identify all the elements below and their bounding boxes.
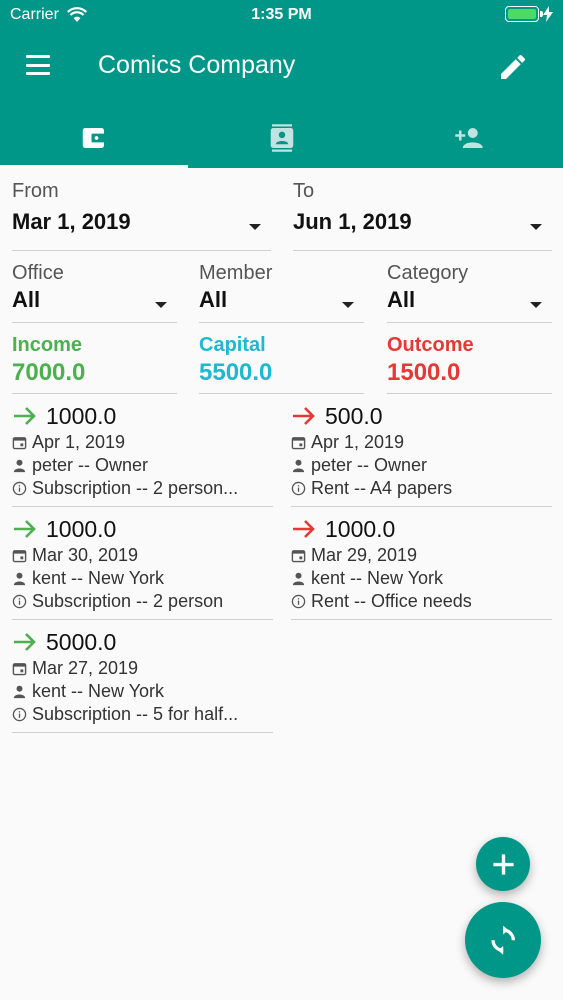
info-icon (12, 481, 27, 496)
transaction-member: kent -- New York (32, 681, 165, 701)
office-label: Office (12, 262, 64, 284)
to-label: To (293, 180, 315, 202)
tab-wallet[interactable] (0, 108, 188, 168)
person-icon (13, 572, 26, 586)
income-total: 7000.0 (12, 359, 86, 386)
calendar-icon (291, 437, 306, 450)
to-value: Jun 1, 2019 (293, 209, 412, 234)
edit-pencil-icon[interactable] (497, 51, 529, 83)
income-transaction-item[interactable]: 1000.0 Apr 1, 2019 peter -- Owner Subscr… (12, 401, 273, 507)
sync-button[interactable] (465, 902, 541, 978)
office-dropdown-caret-icon (155, 302, 167, 308)
person-icon (13, 685, 26, 699)
from-label: From (12, 180, 59, 202)
capital-total: 5500.0 (199, 359, 273, 386)
plus-icon (492, 853, 514, 875)
person-icon (292, 459, 305, 473)
category-label: Category (387, 262, 469, 284)
capital-label: Capital (199, 334, 266, 356)
active-tab-indicator (0, 165, 188, 168)
office-value: All (12, 287, 41, 312)
transaction-info: Subscription -- 5 for half... (32, 704, 239, 724)
arrow-right-green-icon (14, 633, 36, 651)
add-transaction-button[interactable] (476, 837, 530, 891)
income-label: Income (12, 334, 83, 356)
member-label: Member (199, 262, 273, 284)
transaction-amount: 1000.0 (46, 402, 117, 429)
person-icon (292, 572, 305, 586)
income-transaction-item[interactable]: 1000.0 Mar 30, 2019 kent -- New York Sub… (12, 514, 273, 620)
transaction-amount: 5000.0 (46, 628, 117, 655)
transaction-member: peter -- Owner (32, 455, 149, 475)
outcome-transaction-item[interactable]: 1000.0 Mar 29, 2019 kent -- New York Ren… (291, 514, 552, 620)
from-dropdown-caret-icon (249, 224, 261, 230)
status-bar: Carrier 1:35 PM (0, 0, 563, 30)
battery-status (505, 6, 553, 22)
transaction-member: kent -- New York (32, 568, 165, 588)
info-icon (12, 707, 27, 722)
outcome-total: 1500.0 (387, 359, 461, 386)
transaction-amount: 1000.0 (46, 515, 117, 542)
transaction-info: Subscription -- 2 person (32, 591, 224, 611)
to-dropdown-caret-icon (530, 224, 542, 230)
income-transaction-item[interactable]: 5000.0 Mar 27, 2019 kent -- New York Sub… (12, 627, 273, 733)
member-dropdown-caret-icon (342, 302, 354, 308)
transaction-date: Mar 30, 2019 (32, 545, 139, 565)
transaction-date: Apr 1, 2019 (32, 432, 126, 452)
transaction-info: Subscription -- 2 person... (32, 478, 239, 498)
transaction-amount: 1000.0 (325, 515, 396, 542)
outcome-label: Outcome (387, 334, 474, 356)
outcome-transaction-item[interactable]: 500.0 Apr 1, 2019 peter -- Owner Rent --… (291, 401, 552, 507)
calendar-icon (291, 550, 306, 563)
office-select[interactable]: Office All (12, 262, 177, 323)
info-icon (291, 481, 306, 496)
transaction-info: Rent -- Office needs (311, 591, 472, 611)
app-header: Carrier 1:35 PM Comics Company (0, 0, 563, 168)
arrow-right-red-icon (293, 407, 315, 425)
transaction-date: Apr 1, 2019 (311, 432, 405, 452)
calendar-icon (12, 550, 27, 563)
from-date-picker[interactable]: From Mar 1, 2019 (12, 180, 271, 251)
person-icon (13, 459, 26, 473)
outcome-summary: Outcome 1500.0 (387, 334, 552, 394)
status-time: 1:35 PM (251, 6, 312, 23)
income-summary: Income 7000.0 (12, 334, 177, 394)
add-person-icon (455, 128, 483, 148)
app-bar: Comics Company (0, 38, 563, 94)
transaction-amount: 500.0 (325, 402, 383, 429)
charging-bolt-icon (543, 6, 553, 22)
category-select[interactable]: Category All (387, 262, 552, 323)
info-icon (12, 594, 27, 609)
arrow-right-green-icon (14, 520, 36, 538)
calendar-icon (12, 437, 27, 450)
member-value: All (199, 287, 228, 312)
menu-icon[interactable] (26, 55, 50, 75)
transaction-date: Mar 27, 2019 (32, 658, 139, 678)
calendar-icon (12, 663, 27, 676)
tab-bar (0, 108, 563, 168)
transaction-member: kent -- New York (311, 568, 444, 588)
member-select[interactable]: Member All (199, 262, 364, 323)
wallet-icon (82, 128, 106, 148)
from-value: Mar 1, 2019 (12, 209, 131, 234)
transaction-date: Mar 29, 2019 (311, 545, 418, 565)
transaction-info: Rent -- A4 papers (311, 478, 453, 498)
category-value: All (387, 287, 416, 312)
tab-add-person[interactable] (375, 108, 563, 168)
to-date-picker[interactable]: To Jun 1, 2019 (293, 180, 552, 251)
app-title: Comics Company (98, 51, 296, 79)
battery-icon (505, 6, 543, 22)
arrow-right-green-icon (14, 407, 36, 425)
sync-icon (491, 925, 515, 955)
info-icon (291, 594, 306, 609)
contacts-icon (270, 124, 293, 152)
category-dropdown-caret-icon (530, 302, 542, 308)
capital-summary: Capital 5500.0 (199, 334, 364, 394)
arrow-right-red-icon (293, 520, 315, 538)
transaction-member: peter -- Owner (311, 455, 428, 475)
tab-contacts[interactable] (188, 108, 376, 168)
